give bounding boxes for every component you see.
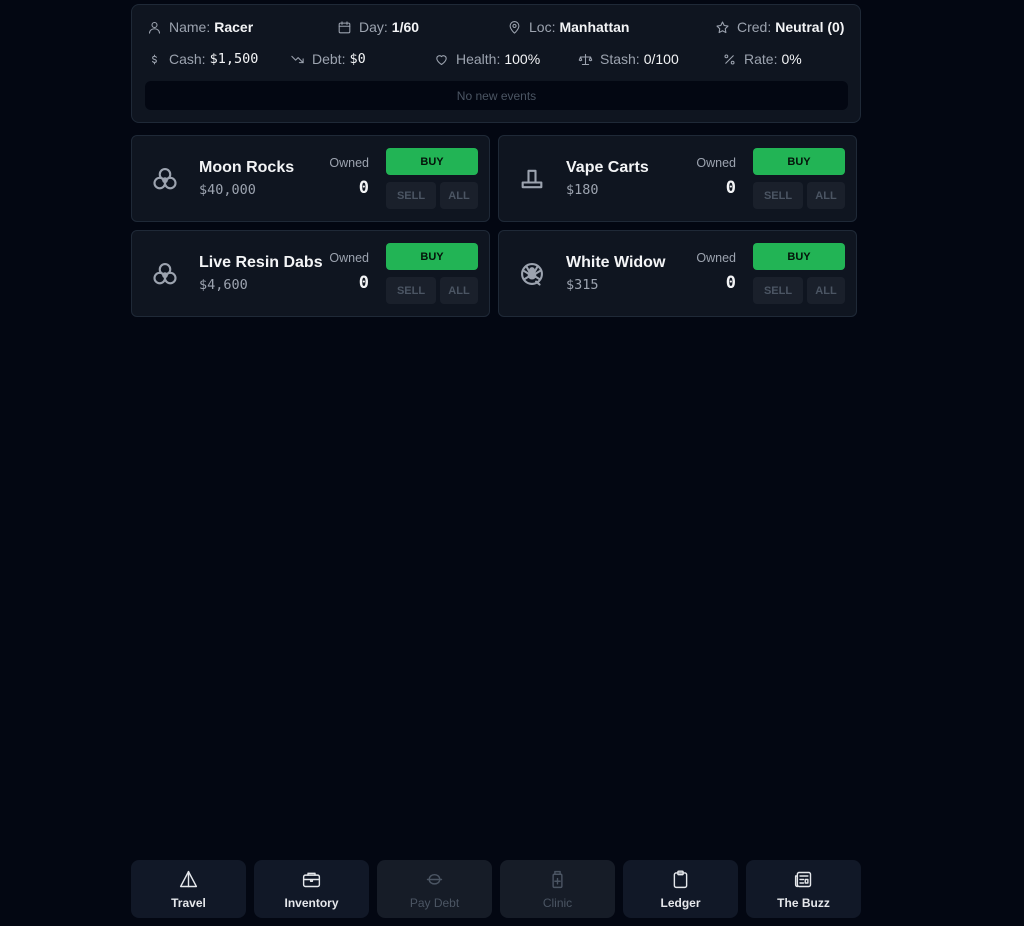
scale-icon — [577, 51, 593, 67]
status-row-secondary: Cash: $1,500 Debt: $0 Health: 100% Stash… — [132, 49, 860, 69]
nav-label: Clinic — [542, 895, 573, 910]
vape-icon — [517, 162, 547, 196]
stat-debt-label: Debt: — [312, 51, 346, 67]
briefcase-icon — [301, 869, 323, 891]
stat-cash-value: $1,500 — [209, 51, 259, 67]
stat-location-value: Manhattan — [559, 19, 630, 35]
stat-day-value: 1/60 — [391, 19, 420, 35]
owned-count: 0 — [358, 178, 369, 198]
owned-count: 0 — [358, 273, 369, 293]
owned-label: Owned — [329, 251, 369, 265]
stat-health-value: 100% — [504, 51, 541, 67]
product-price: $4,600 — [199, 277, 248, 293]
biohazard-icon — [150, 257, 180, 291]
star-icon — [714, 19, 730, 35]
nav-label: Pay Debt — [409, 895, 460, 910]
stat-rate: Rate: 0% — [721, 49, 802, 69]
stat-stash-value: 0/100 — [643, 51, 679, 67]
product-name: Live Resin Dabs — [199, 254, 323, 271]
events-banner: No new events — [145, 81, 848, 110]
travel-icon — [178, 869, 200, 891]
sell-all-button[interactable]: ALL — [440, 182, 478, 209]
calendar-icon — [336, 19, 352, 35]
status-panel: Name: Racer Day: 1/60 Loc: Manhattan Cre… — [131, 4, 861, 123]
trending-down-icon — [289, 51, 305, 67]
buy-button[interactable]: BUY — [386, 148, 478, 175]
sell-button[interactable]: SELL — [753, 277, 803, 304]
stat-cash-label: Cash: — [169, 51, 206, 67]
clipboard-icon — [670, 869, 692, 891]
spider-icon — [517, 257, 547, 291]
owned-count: 0 — [725, 273, 736, 293]
stat-name-label: Name: — [169, 19, 211, 35]
sell-all-button[interactable]: ALL — [440, 277, 478, 304]
stat-health: Health: 100% — [433, 49, 540, 69]
product-price: $40,000 — [199, 182, 256, 198]
sell-button[interactable]: SELL — [753, 182, 803, 209]
buy-button[interactable]: BUY — [386, 243, 478, 270]
nav-ledger-button[interactable]: Ledger — [623, 860, 738, 918]
nav-inventory-button[interactable]: Inventory — [254, 860, 369, 918]
stat-debt: Debt: $0 — [289, 49, 366, 69]
stat-name: Name: Racer — [146, 17, 253, 37]
stat-location: Loc: Manhattan — [506, 17, 629, 37]
product-card-vape-carts: Vape Carts $180 Owned 0 BUY SELL ALL — [498, 135, 857, 222]
stat-debt-value: $0 — [349, 51, 366, 67]
product-price: $315 — [566, 277, 599, 293]
product-price: $180 — [566, 182, 599, 198]
nav-label: Inventory — [284, 895, 339, 910]
nav-travel-button[interactable]: Travel — [131, 860, 246, 918]
stat-rate-label: Rate: — [744, 51, 778, 67]
stat-health-label: Health: — [456, 51, 501, 67]
stat-name-value: Racer — [214, 19, 254, 35]
user-icon — [146, 19, 162, 35]
map-pin-icon — [506, 19, 522, 35]
nav-label: Travel — [171, 895, 206, 910]
owned-label: Owned — [329, 156, 369, 170]
product-name: Moon Rocks — [199, 159, 295, 176]
stat-cred: Cred: Neutral (0) — [714, 17, 844, 37]
product-card-moon-rocks: Moon Rocks $40,000 Owned 0 BUY SELL ALL — [131, 135, 490, 222]
sell-all-button[interactable]: ALL — [807, 277, 845, 304]
nav-the-buzz-button[interactable]: The Buzz — [746, 860, 861, 918]
sell-button[interactable]: SELL — [386, 277, 436, 304]
nav-label: The Buzz — [777, 895, 830, 910]
owned-count: 0 — [725, 178, 736, 198]
product-card-live-resin-dabs: Live Resin Dabs $4,600 Owned 0 BUY SELL … — [131, 230, 490, 317]
stat-day-label: Day: — [359, 19, 388, 35]
newspaper-icon — [793, 869, 815, 891]
sell-button[interactable]: SELL — [386, 182, 436, 209]
stat-cash: Cash: $1,500 — [146, 49, 258, 69]
stat-day: Day: 1/60 — [336, 17, 419, 37]
clinic-icon — [547, 869, 569, 891]
sell-all-button[interactable]: ALL — [807, 182, 845, 209]
stat-stash: Stash: 0/100 — [577, 49, 679, 69]
product-card-white-widow: White Widow $315 Owned 0 BUY SELL ALL — [498, 230, 857, 317]
product-name: Vape Carts — [566, 159, 649, 176]
buy-button[interactable]: BUY — [753, 243, 845, 270]
dollar-icon — [146, 51, 162, 67]
stat-stash-label: Stash: — [600, 51, 640, 67]
owned-label: Owned — [696, 251, 736, 265]
product-name: White Widow — [566, 254, 666, 271]
nav-pay-debt-button[interactable]: Pay Debt — [377, 860, 492, 918]
percent-icon — [721, 51, 737, 67]
biohazard-icon — [150, 162, 180, 196]
pay-debt-icon — [424, 869, 446, 891]
nav-clinic-button[interactable]: Clinic — [500, 860, 615, 918]
stat-rate-value: 0% — [781, 51, 802, 67]
owned-label: Owned — [696, 156, 736, 170]
heart-icon — [433, 51, 449, 67]
buy-button[interactable]: BUY — [753, 148, 845, 175]
status-row-primary: Name: Racer Day: 1/60 Loc: Manhattan Cre… — [132, 17, 860, 37]
stat-cred-label: Cred: — [737, 19, 772, 35]
nav-label: Ledger — [660, 895, 701, 910]
stat-location-label: Loc: — [529, 19, 556, 35]
stat-cred-value: Neutral (0) — [775, 19, 845, 35]
